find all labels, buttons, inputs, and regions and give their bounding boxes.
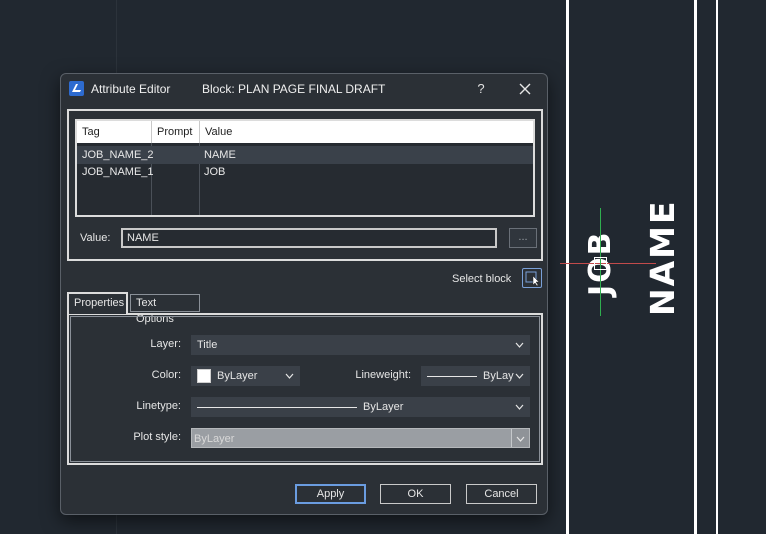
select-block-icon (525, 271, 540, 287)
properties-panel: Layer: Title Color: ByLayer Lineweight: … (67, 313, 543, 465)
layer-value: Title (197, 339, 218, 351)
drawing-border-line (716, 0, 718, 534)
help-button[interactable]: ? (469, 78, 493, 100)
linetype-sample (197, 407, 357, 408)
attributes-panel: Tag Prompt Value JOB_NAME_2 NAME JOB_NAM… (67, 109, 543, 261)
close-button[interactable] (513, 78, 537, 100)
attribute-editor-dialog: Attribute Editor Block: PLAN PAGE FINAL … (60, 73, 548, 515)
browse-value-button[interactable]: ... (509, 228, 537, 248)
crosshair-x-axis (560, 263, 656, 264)
plot-style-value: ByLayer (194, 433, 235, 445)
chevron-down-icon (515, 404, 524, 410)
dialog-titlebar[interactable]: Attribute Editor Block: PLAN PAGE FINAL … (61, 74, 547, 104)
chevron-down-icon (515, 373, 524, 379)
color-select[interactable]: ByLayer (191, 366, 300, 386)
chevron-down-icon (285, 373, 294, 379)
cell-value: NAME (204, 149, 236, 161)
cell-value: JOB (204, 166, 226, 178)
drawing-border-line (694, 0, 697, 534)
properties-frame: Layer: Title Color: ByLayer Lineweight: … (70, 316, 540, 462)
crosshair-pickbox (594, 257, 607, 270)
drawing-border-line (566, 0, 569, 534)
color-label: Color: (151, 369, 181, 381)
color-value: ByLayer (217, 370, 258, 382)
cell-prompt (151, 146, 199, 164)
color-swatch (197, 369, 211, 383)
plot-style-select: ByLayer (191, 428, 530, 448)
cell-prompt (151, 163, 199, 181)
close-icon (519, 83, 531, 95)
table-row[interactable]: JOB_NAME_2 NAME (77, 146, 533, 164)
lineweight-value: ByLay (483, 370, 514, 382)
value-field-label: Value: (80, 232, 111, 244)
cell-tag: JOB_NAME_1 (82, 166, 154, 178)
linetype-select[interactable]: ByLayer (191, 397, 530, 417)
table-row[interactable]: JOB_NAME_1 JOB (77, 163, 533, 181)
value-input[interactable] (121, 228, 497, 248)
lineweight-select[interactable]: ByLay (421, 366, 530, 386)
cancel-button[interactable]: Cancel (466, 484, 537, 504)
plot-style-label: Plot style: (133, 431, 181, 443)
lineweight-label: Lineweight: (355, 369, 411, 381)
table-header: Tag Prompt Value (77, 121, 533, 143)
apply-button[interactable]: Apply (295, 484, 366, 504)
block-name-label: Block: PLAN PAGE FINAL DRAFT (202, 82, 386, 96)
linetype-value: ByLayer (363, 401, 404, 413)
attributes-table[interactable]: Tag Prompt Value JOB_NAME_2 NAME JOB_NAM… (75, 119, 535, 217)
ok-button[interactable]: OK (380, 484, 451, 504)
column-header-tag[interactable]: Tag (77, 121, 151, 143)
tab-text-options[interactable]: Text Options (130, 294, 200, 325)
select-block-button[interactable] (522, 268, 542, 288)
layer-label: Layer: (150, 338, 181, 350)
drawing-text-name[interactable]: NAME (643, 199, 682, 316)
linetype-label: Linetype: (136, 400, 181, 412)
app-logo-icon (69, 81, 84, 96)
plot-style-dropdown (511, 429, 529, 447)
select-block-label: Select block (452, 273, 512, 285)
chevron-down-icon (516, 436, 525, 442)
layer-select[interactable]: Title (191, 335, 530, 355)
dialog-title: Attribute Editor (91, 82, 171, 96)
cell-tag: JOB_NAME_2 (82, 149, 154, 161)
column-header-value[interactable]: Value (199, 121, 533, 143)
chevron-down-icon (515, 342, 524, 348)
tab-properties[interactable]: Properties (67, 292, 128, 314)
column-header-prompt[interactable]: Prompt (151, 121, 199, 143)
lineweight-sample (427, 376, 477, 377)
